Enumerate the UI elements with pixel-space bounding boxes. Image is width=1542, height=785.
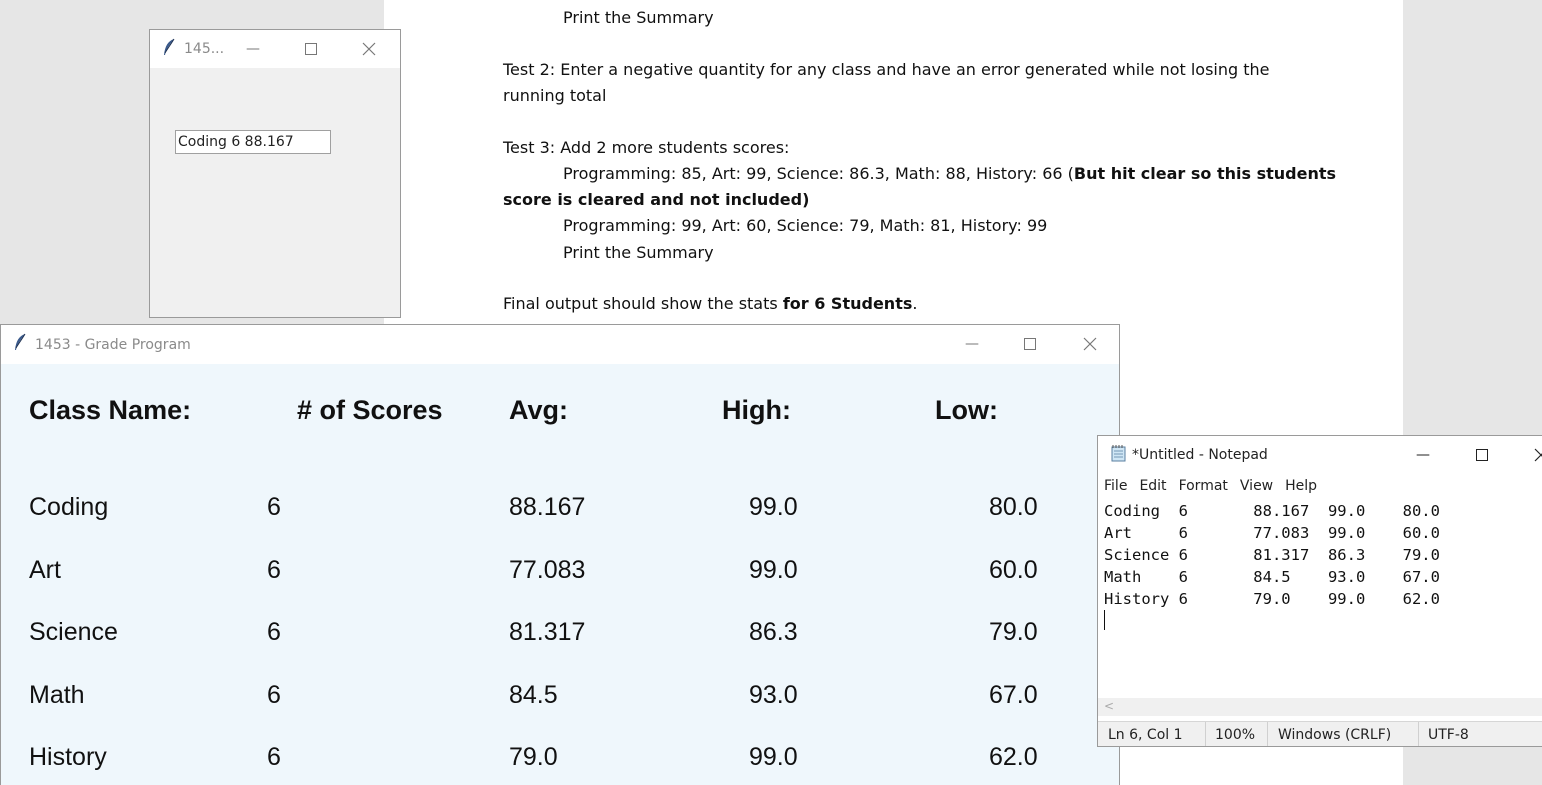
high-cell: 99.0 — [749, 493, 798, 521]
high-cell: 86.3 — [749, 618, 798, 646]
header-class-name: Class Name: — [29, 395, 192, 425]
low-cell: 62.0 — [989, 743, 1038, 771]
high-cell: 93.0 — [749, 681, 798, 709]
grade-program-window: 1453 - Grade Program — Class Name: # of … — [0, 324, 1120, 785]
notepad-window: *Untitled - Notepad — File Edit Format V… — [1097, 435, 1542, 747]
header-num-scores: # of Scores — [297, 395, 443, 425]
avg-cell: 77.083 — [509, 556, 586, 584]
text-editor[interactable]: Coding 6 88.167 99.0 80.0 Art 6 77.083 9… — [1104, 500, 1440, 610]
score-count-cell: 6 — [267, 743, 281, 771]
status-divider — [1418, 722, 1419, 746]
menu-file[interactable]: File — [1098, 474, 1133, 498]
menu-bar: File Edit Format View Help — [1098, 474, 1542, 498]
menu-format[interactable]: Format — [1173, 474, 1234, 498]
low-cell: 67.0 — [989, 681, 1038, 709]
score-count-cell: 6 — [267, 681, 281, 709]
low-cell: 80.0 — [989, 493, 1038, 521]
doc-line: Programming: 99, Art: 60, Science: 79, M… — [563, 216, 1048, 235]
zoom-level: 100% — [1215, 727, 1256, 743]
doc-line: Test 3: Add 2 more students scores: — [503, 138, 790, 157]
encoding: UTF-8 — [1428, 727, 1469, 743]
high-cell: 99.0 — [749, 556, 798, 584]
minimize-button[interactable]: — — [230, 30, 276, 68]
doc-line: Test 2: Enter a negative quantity for an… — [503, 60, 1270, 79]
status-divider — [1205, 722, 1206, 746]
minimize-button[interactable]: — — [1400, 436, 1446, 474]
maximize-button[interactable] — [288, 30, 334, 68]
maximize-button[interactable] — [1007, 325, 1053, 363]
low-cell: 79.0 — [989, 618, 1038, 646]
close-button[interactable] — [346, 30, 392, 68]
text-caret — [1104, 610, 1105, 630]
class-name-cell: Art — [29, 556, 61, 584]
close-button[interactable] — [1518, 436, 1542, 474]
class-name-cell: Math — [29, 681, 85, 709]
avg-cell: 81.317 — [509, 618, 586, 646]
window-title: *Untitled - Notepad — [1132, 447, 1268, 463]
class-name-cell: Coding — [29, 493, 109, 521]
close-button[interactable] — [1067, 325, 1113, 363]
doc-line: running total — [503, 86, 607, 105]
doc-line: Final output should show the stats for 6… — [503, 294, 918, 313]
low-cell: 60.0 — [989, 556, 1038, 584]
horizontal-scrollbar[interactable]: < — [1098, 698, 1542, 716]
avg-cell: 84.5 — [509, 681, 558, 709]
status-divider — [1267, 722, 1268, 746]
tk-feather-icon — [162, 38, 176, 61]
notepad-icon — [1110, 444, 1128, 467]
menu-help[interactable]: Help — [1279, 474, 1323, 498]
score-count-cell: 6 — [267, 493, 281, 521]
score-count-cell: 6 — [267, 618, 281, 646]
scroll-left-icon[interactable]: < — [1104, 699, 1114, 713]
window-title: 1453 - Grade Program — [35, 336, 191, 353]
doc-line: Print the Summary — [563, 243, 714, 262]
class-name-cell: Science — [29, 618, 118, 646]
cursor-position: Ln 6, Col 1 — [1108, 727, 1183, 743]
maximize-button[interactable] — [1459, 436, 1505, 474]
tk-feather-icon — [13, 333, 27, 356]
high-cell: 99.0 — [749, 743, 798, 771]
score-count-cell: 6 — [267, 556, 281, 584]
header-low: Low: — [935, 395, 998, 425]
doc-line: Print the Summary — [563, 8, 714, 27]
menu-view[interactable]: View — [1234, 474, 1279, 498]
class-name-cell: History — [29, 743, 107, 771]
line-ending: Windows (CRLF) — [1278, 727, 1392, 743]
avg-cell: 88.167 — [509, 493, 586, 521]
avg-cell: 79.0 — [509, 743, 558, 771]
summary-listbox[interactable]: Coding 6 88.167 — [175, 130, 331, 154]
menu-edit[interactable]: Edit — [1133, 474, 1172, 498]
header-avg: Avg: — [509, 395, 568, 425]
minimize-button[interactable]: — — [949, 325, 995, 363]
window-title: 145... — [184, 41, 225, 57]
status-bar: Ln 6, Col 1 100% Windows (CRLF) UTF-8 — [1098, 721, 1542, 746]
doc-line: Programming: 85, Art: 99, Science: 86.3,… — [563, 164, 1337, 183]
header-high: High: — [722, 395, 791, 425]
small-tk-window: 145... — Coding 6 88.167 — [149, 29, 401, 318]
doc-line: score is cleared and not included) — [503, 190, 810, 209]
